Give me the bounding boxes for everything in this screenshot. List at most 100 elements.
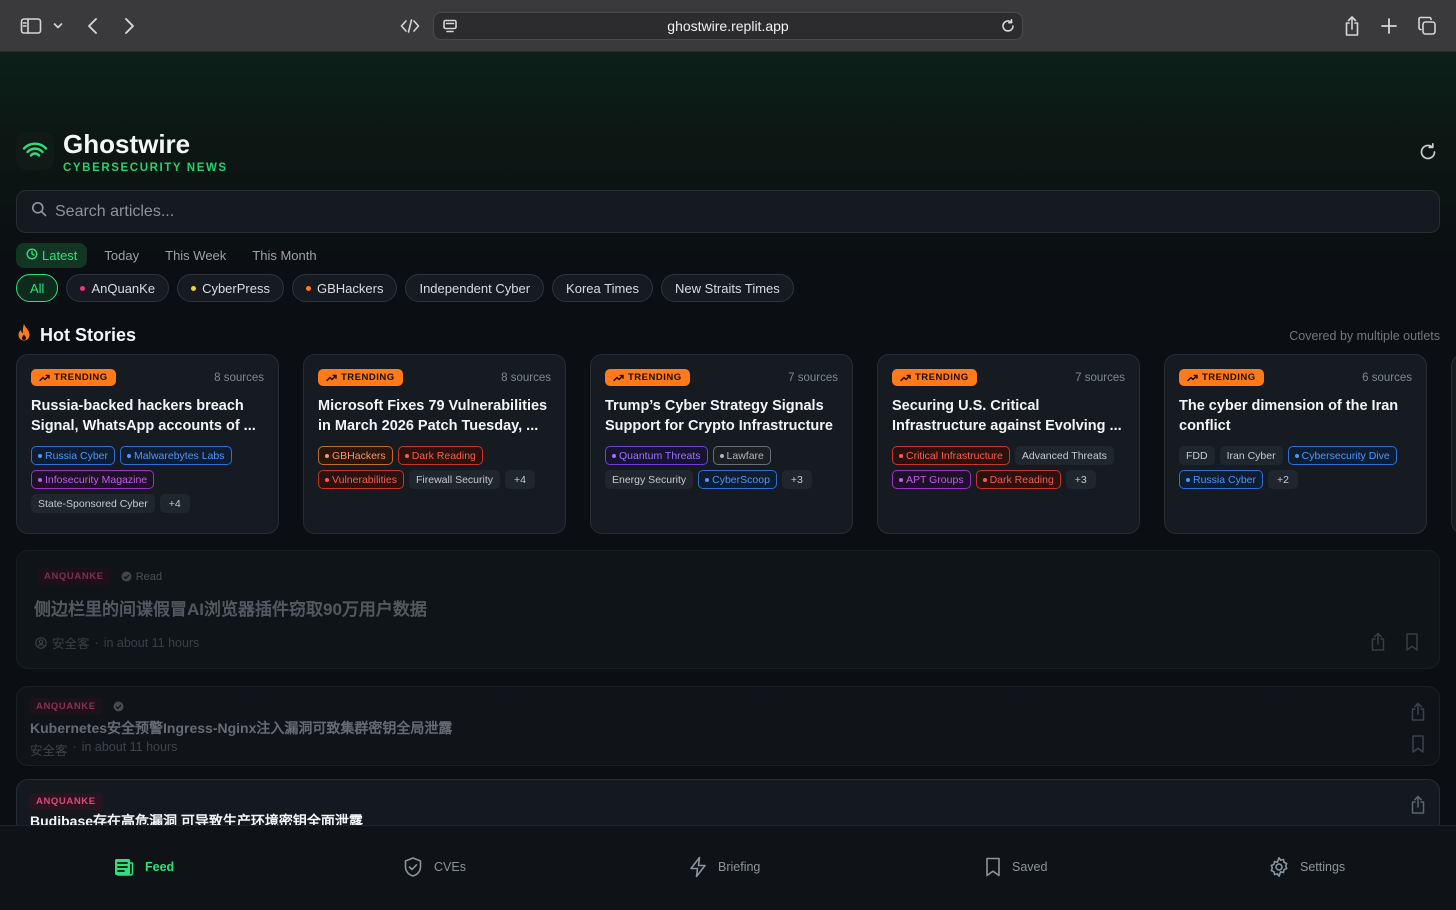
share-icon[interactable] [1340, 14, 1364, 38]
bottom-navigation: Feed CVEs Briefing Saved Settings [0, 825, 1456, 910]
story-tag[interactable]: +3 [1065, 470, 1096, 489]
story-tag[interactable]: Energy Security [605, 470, 694, 489]
bookmark-icon[interactable] [1404, 632, 1422, 651]
article-title[interactable]: Kubernetes安全预警Ingress-Nginx注入漏洞可致集群密钥全局泄… [30, 718, 452, 738]
story-tags: Critical Infrastructure Advanced Threats A… [892, 446, 1125, 489]
story-tag[interactable]: Dark Reading [975, 470, 1061, 489]
nav-feed[interactable]: Feed [113, 856, 174, 878]
back-icon[interactable] [81, 14, 105, 38]
story-tag[interactable]: Russia Cyber [1179, 470, 1264, 489]
trending-badge: TRENDING [605, 369, 690, 386]
hot-story-card[interactable]: TRENDING 8 sources Russia-backed hackers b… [16, 354, 279, 534]
tag-dot [1294, 453, 1299, 458]
article-card[interactable]: ANQUANKE Kubernetes安全预警Ingress-Nginx注入漏洞… [16, 686, 1440, 766]
tabs-overview-icon[interactable] [1415, 14, 1439, 38]
hot-stories-carousel: TRENDING 8 sources Russia-backed hackers b… [16, 354, 1456, 534]
nav-saved[interactable]: Saved [984, 856, 1047, 878]
hot-stories-note: Covered by multiple outlets [1289, 328, 1440, 343]
source-count: 7 sources [1075, 371, 1125, 384]
story-title[interactable]: Securing U.S. Critical Infrastructure ag… [892, 396, 1125, 436]
tag-dot [719, 453, 724, 458]
story-tag[interactable]: Russia Cyber [31, 446, 116, 465]
source-dot [191, 285, 197, 291]
gear-icon [1270, 857, 1288, 877]
source-count: 8 sources [214, 371, 264, 384]
check-circle-icon [121, 571, 132, 582]
address-bar[interactable]: ghostwire.replit.app [433, 12, 1023, 40]
tag-dot [612, 453, 616, 458]
story-tag[interactable]: Critical Infrastructure [892, 446, 1010, 465]
article-meta: 安全客 · in about 11 hours [35, 633, 199, 652]
source-chip-cyberpress[interactable]: CyberPress [177, 274, 284, 302]
trending-up-icon [1187, 374, 1198, 381]
trending-up-icon [39, 374, 50, 381]
forward-icon[interactable] [117, 14, 141, 38]
tab-today[interactable]: Today [95, 243, 148, 268]
nav-settings[interactable]: Settings [1268, 856, 1345, 878]
trending-up-icon [613, 374, 624, 381]
share-icon[interactable] [1409, 702, 1427, 721]
article-title[interactable]: 侧边栏里的间谍假冒AI浏览器插件窃取90万用户数据 [34, 595, 427, 620]
hot-story-card[interactable]: TRENDING 8 sources Microsoft Fixes 79 Vuln… [303, 354, 566, 534]
story-title[interactable]: Russia-backed hackers breach Signal, Wha… [31, 396, 264, 436]
tag-dot [325, 453, 329, 458]
share-icon[interactable] [1369, 632, 1387, 651]
new-tab-icon[interactable] [1377, 14, 1401, 38]
source-chip-all[interactable]: All [16, 274, 59, 302]
code-icon[interactable] [398, 14, 422, 38]
story-tag[interactable]: Quantum Threats [605, 446, 708, 465]
story-tag[interactable]: GBHackers [318, 446, 393, 465]
story-tag[interactable]: +4 [159, 494, 190, 513]
article-card-read[interactable]: ANQUANKE Read 侧边栏里的间谍假冒AI浏览器插件窃取90万用户数据 … [16, 550, 1440, 669]
story-title[interactable]: Microsoft Fixes 79 Vulnerabilities in Ma… [318, 396, 551, 436]
story-tag[interactable]: +4 [505, 470, 535, 489]
lightning-icon [690, 856, 706, 878]
tab-this-week[interactable]: This Week [156, 243, 235, 268]
check-circle-icon [113, 701, 124, 712]
story-tag[interactable]: +3 [781, 470, 812, 489]
story-tag[interactable]: CyberScoop [698, 470, 777, 489]
story-title[interactable]: Trump’s Cyber Strategy Signals Support f… [605, 396, 838, 436]
story-tag[interactable]: +2 [1268, 470, 1299, 489]
story-tag[interactable]: Lawfare [712, 446, 771, 465]
story-tag[interactable]: Iran Cyber [1219, 446, 1283, 465]
story-tag[interactable]: Infosecurity Magazine [31, 470, 155, 489]
story-tag[interactable]: State-Sponsored Cyber [31, 494, 155, 513]
story-tag[interactable]: Vulnerabilities [318, 470, 404, 489]
source-chip-korea-times[interactable]: Korea Times [552, 274, 654, 302]
nav-cves[interactable]: CVEs [402, 856, 466, 878]
source-chip-new-straits-times[interactable]: New Straits Times [661, 274, 794, 302]
chevron-down-icon[interactable] [48, 14, 68, 38]
trending-badge: TRENDING [31, 369, 116, 386]
source-chip-anquanke[interactable]: AnQuanKe [66, 274, 170, 302]
hot-story-card-peek[interactable] [1451, 354, 1456, 534]
story-tag[interactable]: Advanced Threats [1014, 446, 1114, 465]
refresh-icon[interactable] [1418, 142, 1440, 164]
search-bar[interactable] [16, 190, 1440, 233]
source-chip-gbhackers[interactable]: GBHackers [291, 274, 398, 302]
source-count: 7 sources [788, 371, 838, 384]
story-tag[interactable]: FDD [1179, 446, 1215, 465]
tab-this-month[interactable]: This Month [243, 243, 325, 268]
article-meta: 安全客 · in about 11 hours [30, 740, 178, 758]
story-tag[interactable]: Firewall Security [408, 470, 501, 489]
tag-dot [127, 453, 132, 458]
tab-latest[interactable]: Latest [16, 243, 88, 268]
nav-briefing[interactable]: Briefing [688, 856, 760, 878]
share-icon[interactable] [1409, 795, 1427, 814]
story-tag[interactable]: Malwarebytes Labs [120, 446, 232, 465]
story-tag[interactable]: Dark Reading [397, 446, 483, 465]
reload-icon[interactable] [1000, 18, 1016, 39]
page-settings-icon[interactable] [442, 18, 458, 39]
search-input[interactable] [55, 202, 1355, 221]
hot-story-card[interactable]: TRENDING 6 sources The cyber dimension of … [1164, 354, 1427, 534]
sidebar-toggle-icon[interactable] [19, 14, 43, 38]
story-tag[interactable]: Cybersecurity Dive [1287, 446, 1397, 465]
hot-story-card[interactable]: TRENDING 7 sources Securing U.S. Critical … [877, 354, 1140, 534]
hot-story-card[interactable]: TRENDING 7 sources Trump’s Cyber Strategy … [590, 354, 853, 534]
source-chip-independent-cyber[interactable]: Independent Cyber [405, 274, 545, 302]
story-title[interactable]: The cyber dimension of the Iran conflict [1179, 396, 1412, 436]
bookmark-icon[interactable] [1410, 734, 1428, 753]
source-dot [80, 285, 86, 291]
story-tag[interactable]: APT Groups [892, 470, 971, 489]
